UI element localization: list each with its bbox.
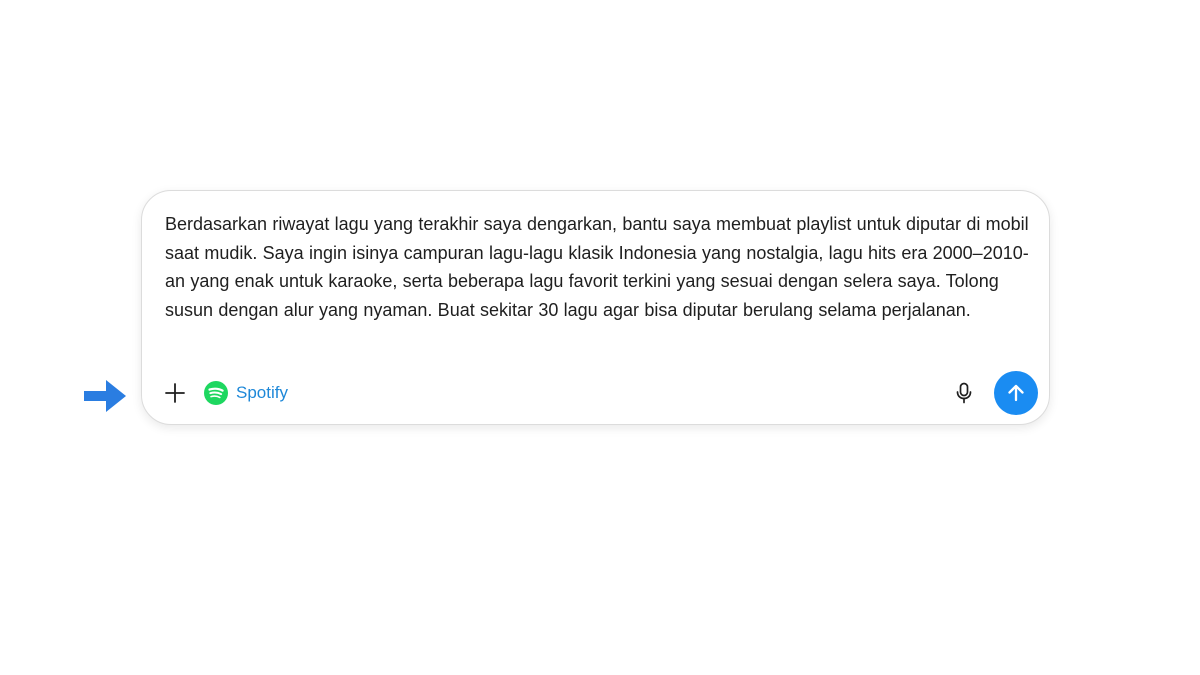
spotify-connector-chip[interactable]: Spotify <box>204 381 288 405</box>
composer-toolbar: Spotify <box>142 371 1049 415</box>
chat-composer[interactable]: Berdasarkan riwayat lagu yang terakhir s… <box>141 190 1050 425</box>
spotify-icon <box>204 381 228 405</box>
prompt-input[interactable]: Berdasarkan riwayat lagu yang terakhir s… <box>165 210 1035 324</box>
arrow-right-icon <box>84 380 126 412</box>
send-button[interactable] <box>994 371 1038 415</box>
microphone-icon[interactable] <box>952 381 976 405</box>
arrow-up-icon <box>1008 384 1024 402</box>
plus-icon[interactable] <box>162 380 188 406</box>
connector-label: Spotify <box>236 383 288 402</box>
